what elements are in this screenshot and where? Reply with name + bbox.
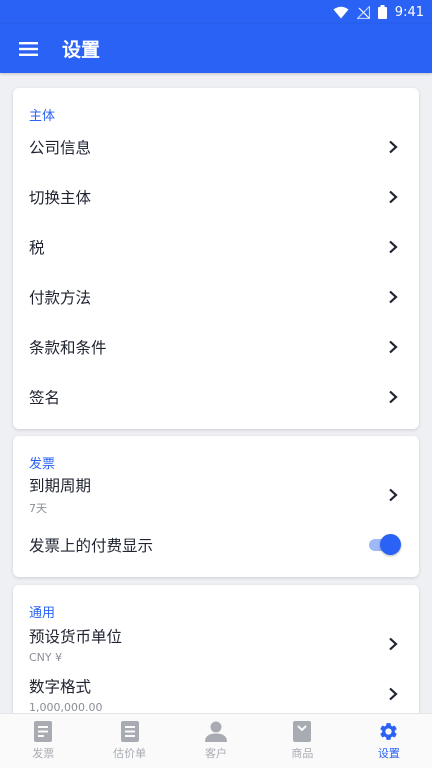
row-label: 切换主体 xyxy=(29,189,92,207)
chevron-right-icon xyxy=(389,488,398,502)
row-default-currency[interactable]: 预设货币单位 CNY ¥ xyxy=(13,619,419,669)
chevron-right-icon xyxy=(389,390,398,404)
row-label: 税 xyxy=(29,239,45,257)
nav-products[interactable]: 商品 xyxy=(259,714,345,768)
entity-settings-card: 主体 公司信息 切换主体 税 付款方法 条款和条件 签名 xyxy=(13,88,419,429)
chevron-right-icon xyxy=(389,340,398,354)
wifi-icon xyxy=(333,6,349,18)
status-bar: 9:41 xyxy=(0,0,432,24)
nav-customers[interactable]: 客户 xyxy=(173,714,259,768)
row-label: 条款和条件 xyxy=(29,339,107,357)
nav-label: 设置 xyxy=(377,747,400,760)
toggle-thumb xyxy=(380,534,401,555)
nav-estimates[interactable]: 估价单 xyxy=(86,714,172,768)
chevron-right-icon xyxy=(389,140,398,154)
row-value: 7天 xyxy=(29,502,47,515)
row-label: 数字格式 xyxy=(29,677,92,696)
gear-icon xyxy=(380,723,397,740)
row-label: 签名 xyxy=(29,389,61,407)
app-bar: 设置 xyxy=(0,24,432,73)
nav-label: 估价单 xyxy=(113,747,147,760)
battery-icon xyxy=(377,5,387,19)
row-label: 到期周期 xyxy=(29,477,92,495)
row-due-period[interactable]: 到期周期 7天 xyxy=(13,470,419,520)
invoice-settings-card: 发票 到期周期 7天 发票上的付费显示 xyxy=(13,436,419,577)
row-signature[interactable]: 签名 xyxy=(13,372,419,422)
estimate-icon xyxy=(120,721,139,742)
row-label: 发票上的付费显示 xyxy=(29,537,154,555)
invoice-icon xyxy=(34,721,53,742)
row-tax[interactable]: 税 xyxy=(13,222,419,272)
nav-invoices[interactable]: 发票 xyxy=(0,714,86,768)
row-show-paid: 发票上的付费显示 xyxy=(13,520,419,570)
cellular-signal-icon xyxy=(356,5,370,19)
nav-label: 客户 xyxy=(205,747,228,760)
row-value: 1,000,000.00 xyxy=(29,700,103,714)
chevron-right-icon xyxy=(389,637,398,651)
row-label: 预设货币单位 xyxy=(29,627,123,646)
row-label: 公司信息 xyxy=(29,139,92,157)
status-time: 9:41 xyxy=(394,4,424,20)
chevron-right-icon xyxy=(389,190,398,204)
row-switch-entity[interactable]: 切换主体 xyxy=(13,172,419,222)
row-label: 付款方法 xyxy=(29,289,92,307)
show-paid-toggle[interactable] xyxy=(369,534,401,556)
nav-label: 商品 xyxy=(291,747,314,760)
row-value: CNY ¥ xyxy=(29,650,63,664)
nav-label: 发票 xyxy=(32,747,55,760)
customer-icon xyxy=(205,721,228,742)
menu-button[interactable] xyxy=(2,24,54,73)
page-title: 设置 xyxy=(62,39,101,61)
product-icon xyxy=(293,721,312,742)
chevron-right-icon xyxy=(389,290,398,304)
settings-list[interactable]: 主体 公司信息 切换主体 税 付款方法 条款和条件 签名 发票 到期周期 7天 … xyxy=(0,73,432,713)
hamburger-menu-icon xyxy=(18,41,38,56)
bottom-navigation: 发票 估价单 客户 商品 设置 xyxy=(0,713,432,768)
row-number-format[interactable]: 数字格式 1,000,000.00 xyxy=(13,669,419,713)
chevron-right-icon xyxy=(389,240,398,254)
row-company-info[interactable]: 公司信息 xyxy=(13,122,419,172)
row-terms[interactable]: 条款和条件 xyxy=(13,322,419,372)
chevron-right-icon xyxy=(389,687,398,701)
row-payment-methods[interactable]: 付款方法 xyxy=(13,272,419,322)
nav-settings[interactable]: 设置 xyxy=(346,714,432,768)
general-settings-card: 通用 预设货币单位 CNY ¥ 数字格式 1,000,000.00 xyxy=(13,585,419,713)
